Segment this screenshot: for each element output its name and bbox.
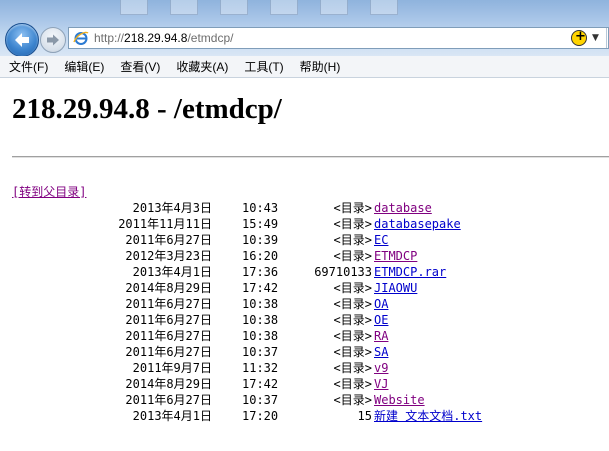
- entry-size: <目录>: [333, 329, 372, 343]
- entry-size: 15: [357, 409, 372, 423]
- url-path: /etmdcp/: [187, 31, 234, 45]
- thumbnail[interactable]: [320, 0, 348, 15]
- list-item: 2011年11月11日 15:49 <目录> databasepake: [12, 216, 461, 232]
- entry-link[interactable]: VJ: [374, 376, 388, 392]
- entry-date: 2014年8月29日: [125, 377, 212, 391]
- entry-link[interactable]: v9: [374, 360, 388, 376]
- entry-link[interactable]: 新建 文本文档.txt: [374, 408, 482, 424]
- entry-link[interactable]: Website: [374, 392, 425, 408]
- list-item: 2011年6月27日 10:39 <目录> EC: [12, 232, 388, 248]
- forward-button[interactable]: [40, 27, 66, 53]
- entry-date: 2013年4月1日: [132, 265, 212, 279]
- entry-size: <目录>: [333, 361, 372, 375]
- entry-list: 2013年4月3日 10:43 <目录> database 2011年11月11日 15:…: [12, 200, 482, 424]
- menu-favorites[interactable]: 收藏夹(A): [167, 58, 235, 75]
- list-item: 2013年4月1日 17:20 15 新建 文本文档.txt: [12, 408, 482, 424]
- thumbnail[interactable]: [270, 0, 298, 15]
- list-item: 2014年8月29日 17:42 <目录> VJ: [12, 376, 388, 392]
- divider: [12, 156, 609, 158]
- menu-edit[interactable]: 编辑(E): [55, 58, 111, 75]
- arrow-right-icon: [47, 34, 59, 46]
- menu-view[interactable]: 查看(V): [111, 58, 167, 75]
- back-button[interactable]: [5, 23, 39, 57]
- arrow-left-icon: [15, 33, 29, 47]
- entry-size: <目录>: [333, 233, 372, 247]
- address-bar[interactable]: http://218.29.94.8/etmdcp/ + ▼ ✕: [68, 27, 609, 49]
- entry-date: 2013年4月3日: [132, 201, 212, 215]
- entry-size: <目录>: [333, 393, 372, 407]
- list-item: 2011年6月27日 10:38 <目录> RA: [12, 328, 388, 344]
- entry-link[interactable]: SA: [374, 344, 388, 360]
- parent-row: [转到父目录]: [12, 184, 86, 200]
- entry-size: <目录>: [333, 377, 372, 391]
- addon-glyph: +: [575, 29, 586, 44]
- entry-date: 2012年3月23日: [125, 249, 212, 263]
- menu-bar: 文件(F) 编辑(E) 查看(V) 收藏夹(A) 工具(T) 帮助(H): [0, 56, 609, 78]
- url-host: 218.29.94.8: [124, 31, 188, 45]
- list-item: 2011年6月27日 10:37 <目录> Website: [12, 392, 424, 408]
- list-item: 2012年3月23日 16:20 <目录> ETMDCP: [12, 248, 417, 264]
- list-item: 2011年9月7日 11:32 <目录> v9: [12, 360, 389, 376]
- divider: [606, 28, 607, 48]
- entry-link[interactable]: OA: [374, 296, 388, 312]
- entry-link[interactable]: ETMDCP: [374, 248, 417, 264]
- entry-date: 2011年6月27日: [125, 297, 212, 311]
- thumbnail[interactable]: [120, 0, 148, 15]
- entry-size: <目录>: [333, 345, 372, 359]
- entry-link[interactable]: JIAOWU: [374, 280, 417, 296]
- entry-size: <目录>: [333, 201, 372, 215]
- menu-file[interactable]: 文件(F): [0, 58, 55, 75]
- entry-link[interactable]: EC: [374, 232, 388, 248]
- ie-page-icon: [73, 31, 89, 45]
- url-text[interactable]: http://218.29.94.8/etmdcp/: [94, 31, 233, 45]
- list-item: 2014年8月29日 17:42 <目录> JIAOWU: [12, 280, 417, 296]
- list-item: 2011年6月27日 10:37 <目录> SA: [12, 344, 388, 360]
- page-title: 218.29.94.8 - /etmdcp/: [12, 93, 282, 125]
- entry-size: <目录>: [333, 281, 372, 295]
- list-item: 2013年4月1日 17:36 69710133 ETMDCP.rar: [12, 264, 447, 280]
- menu-help[interactable]: 帮助(H): [291, 58, 348, 75]
- list-item: 2013年4月3日 10:43 <目录> database: [12, 200, 432, 216]
- entry-date: 2011年6月27日: [125, 393, 212, 407]
- entry-date: 2014年8月29日: [125, 281, 212, 295]
- chevron-down-icon[interactable]: ▼: [592, 33, 599, 43]
- entry-link[interactable]: RA: [374, 328, 388, 344]
- url-scheme: http://: [94, 31, 125, 45]
- list-item: 2011年6月27日 10:38 <目录> OA: [12, 296, 388, 312]
- entry-date: 2013年4月1日: [132, 409, 212, 423]
- entry-link[interactable]: ETMDCP.rar: [374, 264, 446, 280]
- entry-link[interactable]: database: [374, 200, 432, 216]
- entry-link[interactable]: databasepake: [374, 216, 461, 232]
- entry-date: 2011年9月7日: [132, 361, 212, 375]
- thumbnail[interactable]: [370, 0, 398, 15]
- menu-tools[interactable]: 工具(T): [235, 58, 290, 75]
- entry-date: 2011年6月27日: [125, 233, 212, 247]
- entry-date: 2011年6月27日: [125, 313, 212, 327]
- entry-size: <目录>: [333, 313, 372, 327]
- entry-date: 2011年6月27日: [125, 329, 212, 343]
- list-item: 2011年6月27日 10:38 <目录> OE: [12, 312, 388, 328]
- entry-size: <目录>: [333, 249, 372, 263]
- parent-directory-link[interactable]: [转到父目录]: [12, 184, 86, 200]
- entry-date: 2011年11月11日: [118, 217, 212, 231]
- entry-size: <目录>: [333, 217, 372, 231]
- addon-icon[interactable]: +: [571, 29, 587, 46]
- taskbar-thumbnails: [120, 0, 398, 15]
- thumbnail[interactable]: [170, 0, 198, 15]
- entry-size: 69710133: [314, 265, 372, 279]
- directory-listing: [转到父目录] 2013年4月3日 10:43 <目录> database 2011年1…: [12, 184, 482, 424]
- thumbnail[interactable]: [220, 0, 248, 15]
- entry-size: <目录>: [333, 297, 372, 311]
- entry-link[interactable]: OE: [374, 312, 388, 328]
- browser-chrome: http://218.29.94.8/etmdcp/ + ▼ ✕ 文件(F) 编…: [0, 0, 609, 78]
- entry-date: 2011年6月27日: [125, 345, 212, 359]
